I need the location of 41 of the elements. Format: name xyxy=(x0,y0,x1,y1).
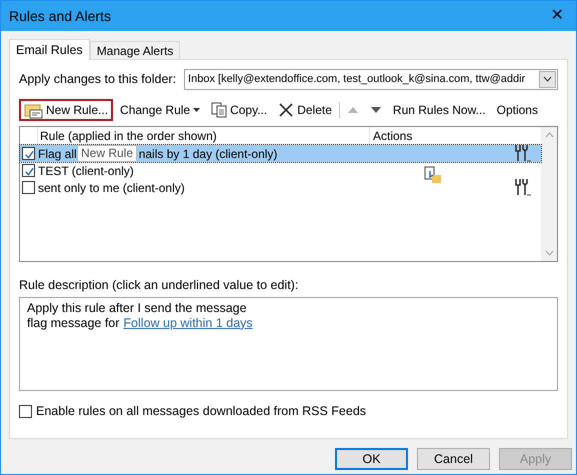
close-button[interactable]: ✕ xyxy=(542,2,572,30)
column-header: Actions xyxy=(372,128,414,144)
tab[interactable]: Manage Alerts xyxy=(90,41,180,59)
rule-text: TEST (client-only) xyxy=(38,162,134,180)
window-title: Rules and Alerts xyxy=(9,6,111,26)
scrollbar[interactable] xyxy=(541,127,557,261)
rule-text: sent only to me (client-only) xyxy=(38,180,185,196)
scroll-up-icon xyxy=(544,132,554,137)
checkbox[interactable] xyxy=(22,164,35,177)
dialog-button[interactable]: OK xyxy=(335,448,408,470)
toolbar-button[interactable]: Copy... xyxy=(207,99,272,121)
checkbox[interactable] xyxy=(22,147,35,160)
field-label: Apply changes to this folder: xyxy=(19,70,176,88)
rule-row[interactable]: TEST (client-only) xyxy=(20,162,541,179)
toolbar-button[interactable]: Change Rule xyxy=(116,99,204,121)
checkbox[interactable] xyxy=(19,404,32,418)
rule-text: nails by 1 day (client-only) xyxy=(138,146,278,162)
toolbar-button[interactable]: New Rule... xyxy=(19,99,114,121)
copy-icon xyxy=(211,102,228,118)
checkbox[interactable] xyxy=(22,181,35,194)
scroll-down-icon xyxy=(544,251,554,256)
dialog-button[interactable]: Cancel xyxy=(417,448,490,470)
toolbar-button[interactable]: Options xyxy=(492,99,542,121)
document-move-icon xyxy=(424,166,442,184)
tooltip: New Rule xyxy=(77,145,138,162)
chevron-down-icon xyxy=(543,76,552,82)
rule-row[interactable]: sent only to me (client-only) xyxy=(20,179,541,196)
delete-icon xyxy=(278,102,294,118)
checkbox-label: Enable rules on all messages downloaded from RSS Feeds xyxy=(36,402,366,420)
tools-icon xyxy=(513,144,531,162)
tools-icon xyxy=(513,178,531,196)
toolbar-button[interactable]: Delete xyxy=(274,99,336,121)
toolbar-button[interactable]: Run Rules Now... xyxy=(388,99,490,121)
tab[interactable]: Email Rules xyxy=(9,39,90,60)
description-text: flag message for xyxy=(27,316,120,331)
description-link[interactable]: Follow up within 1 days xyxy=(123,316,253,331)
folder-dropdown[interactable]: Inbox [kelly@extendoffice.com, test_outlook_k@sina.com, ttw@addir xyxy=(184,68,558,90)
description-text: Apply this rule after I send the message xyxy=(27,300,247,316)
description-label: Rule description (click an underlined value to edit): xyxy=(19,277,300,294)
caret-icon xyxy=(193,108,200,112)
rule-text: Flag all xyxy=(38,146,77,162)
